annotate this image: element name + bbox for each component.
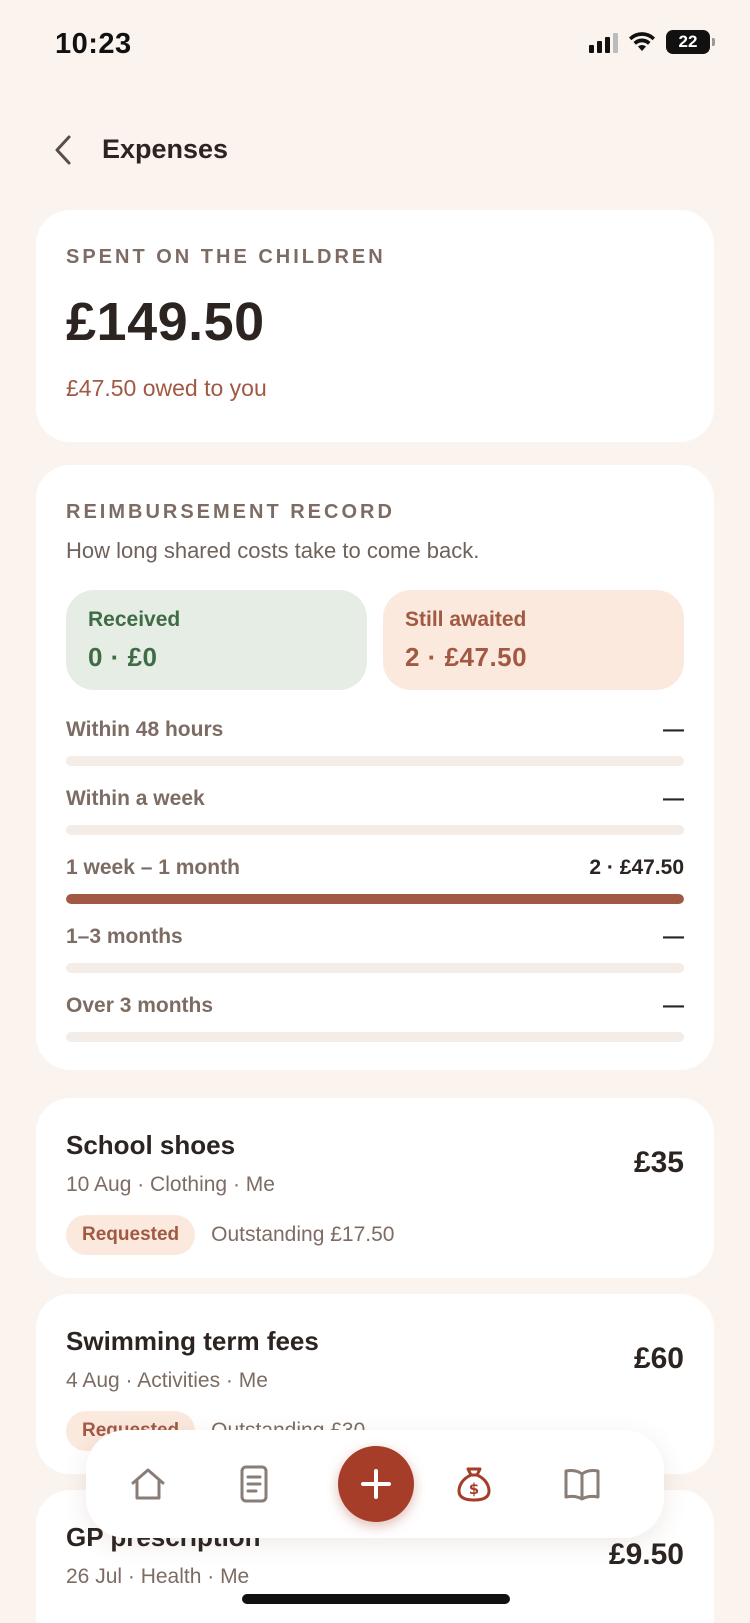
bucket-label: 1 week – 1 month [66, 856, 240, 879]
nav-documents[interactable] [228, 1458, 280, 1510]
bucket-row: Over 3 months — [66, 990, 684, 1059]
bucket-row: Within 48 hours — [66, 714, 684, 783]
bucket-bar-fill [66, 894, 684, 904]
bucket-bar-track [66, 756, 684, 766]
page-title: Expenses [102, 134, 229, 164]
document-icon [240, 1465, 268, 1503]
reimbursement-stats: Received 0 · £0 Still awaited 2 · £47.50 [66, 590, 684, 690]
bucket-bar-track [66, 825, 684, 835]
book-icon [564, 1468, 600, 1501]
battery-icon: 22 [666, 30, 715, 54]
bucket-label: Within a week [66, 787, 205, 810]
bucket-label: 1–3 months [66, 925, 183, 948]
bucket-row: 1 week – 1 month 2 · £47.50 [66, 852, 684, 921]
expense-title: Swimming term fees [66, 1326, 319, 1356]
status-icons: 22 [589, 30, 715, 54]
reimbursement-subtitle: How long shared costs take to come back. [66, 538, 480, 563]
nav-expenses[interactable]: $ [448, 1458, 500, 1510]
cellular-signal-icon [589, 31, 618, 53]
status-badge: Requested [66, 1215, 196, 1255]
awaited-value: 2 · £47.50 [405, 642, 528, 672]
expense-amount: £60 [633, 1342, 684, 1375]
bucket-bar-track [66, 963, 684, 973]
reimbursement-eyebrow: REIMBURSEMENT RECORD [66, 501, 395, 523]
spend-summary-card: SPENT ON THE CHILDREN £149.50 £47.50 owe… [36, 210, 714, 442]
summary-eyebrow: SPENT ON THE CHILDREN [66, 246, 386, 268]
nav-guide[interactable] [556, 1458, 608, 1510]
expense-item[interactable]: School shoes 10 Aug · Clothing · Me £35 … [36, 1098, 714, 1278]
bucket-row: Within a week — [66, 783, 684, 852]
outstanding-amount: Outstanding £17.50 [211, 1223, 395, 1246]
expense-meta: 10 Aug · Clothing · Me [66, 1173, 275, 1196]
bucket-value: 2 · £47.50 [589, 856, 684, 879]
expense-amount: £35 [633, 1146, 684, 1179]
received-stat: Received 0 · £0 [66, 590, 367, 690]
bucket-value: — [663, 718, 684, 741]
plus-icon [361, 1469, 391, 1499]
reimbursement-record-card: REIMBURSEMENT RECORD How long shared cos… [36, 465, 714, 1070]
wifi-icon [629, 32, 655, 51]
home-icon [131, 1468, 165, 1500]
timing-buckets: Within 48 hours — Within a week — 1 week… [66, 714, 684, 1059]
expense-meta: 4 Aug · Activities · Me [66, 1369, 268, 1392]
received-label: Received [88, 608, 181, 631]
awaited-stat: Still awaited 2 · £47.50 [383, 590, 684, 690]
bucket-value: — [663, 994, 684, 1017]
expense-title: School shoes [66, 1130, 236, 1160]
bucket-row: 1–3 months — [66, 921, 684, 990]
bucket-bar-track [66, 894, 684, 904]
bucket-label: Over 3 months [66, 994, 214, 1017]
chevron-left-icon [55, 135, 71, 165]
owed-to-you-text: £47.50 owed to you [66, 375, 267, 401]
bottom-nav: $ [86, 1430, 664, 1538]
bucket-label: Within 48 hours [66, 718, 224, 741]
money-bag-icon: $ [457, 1467, 491, 1502]
svg-text:$: $ [469, 1480, 479, 1498]
expense-status-row: Requested Outstanding £17.50 [66, 1215, 684, 1255]
expense-meta: 26 Jul · Health · Me [66, 1565, 250, 1588]
back-button[interactable] [46, 132, 80, 168]
bucket-value: — [663, 925, 684, 948]
received-value: 0 · £0 [88, 642, 158, 672]
page-header: Expenses [0, 120, 750, 180]
bucket-value: — [663, 787, 684, 810]
status-time: 10:23 [55, 28, 132, 60]
add-expense-button[interactable] [338, 1446, 414, 1522]
status-bar: 10:23 22 [0, 0, 750, 90]
home-indicator [242, 1594, 510, 1604]
nav-home[interactable] [122, 1458, 174, 1510]
awaited-label: Still awaited [405, 608, 527, 631]
bucket-bar-track [66, 1032, 684, 1042]
total-spent-amount: £149.50 [66, 292, 265, 352]
expense-amount: £9.50 [608, 1538, 684, 1571]
